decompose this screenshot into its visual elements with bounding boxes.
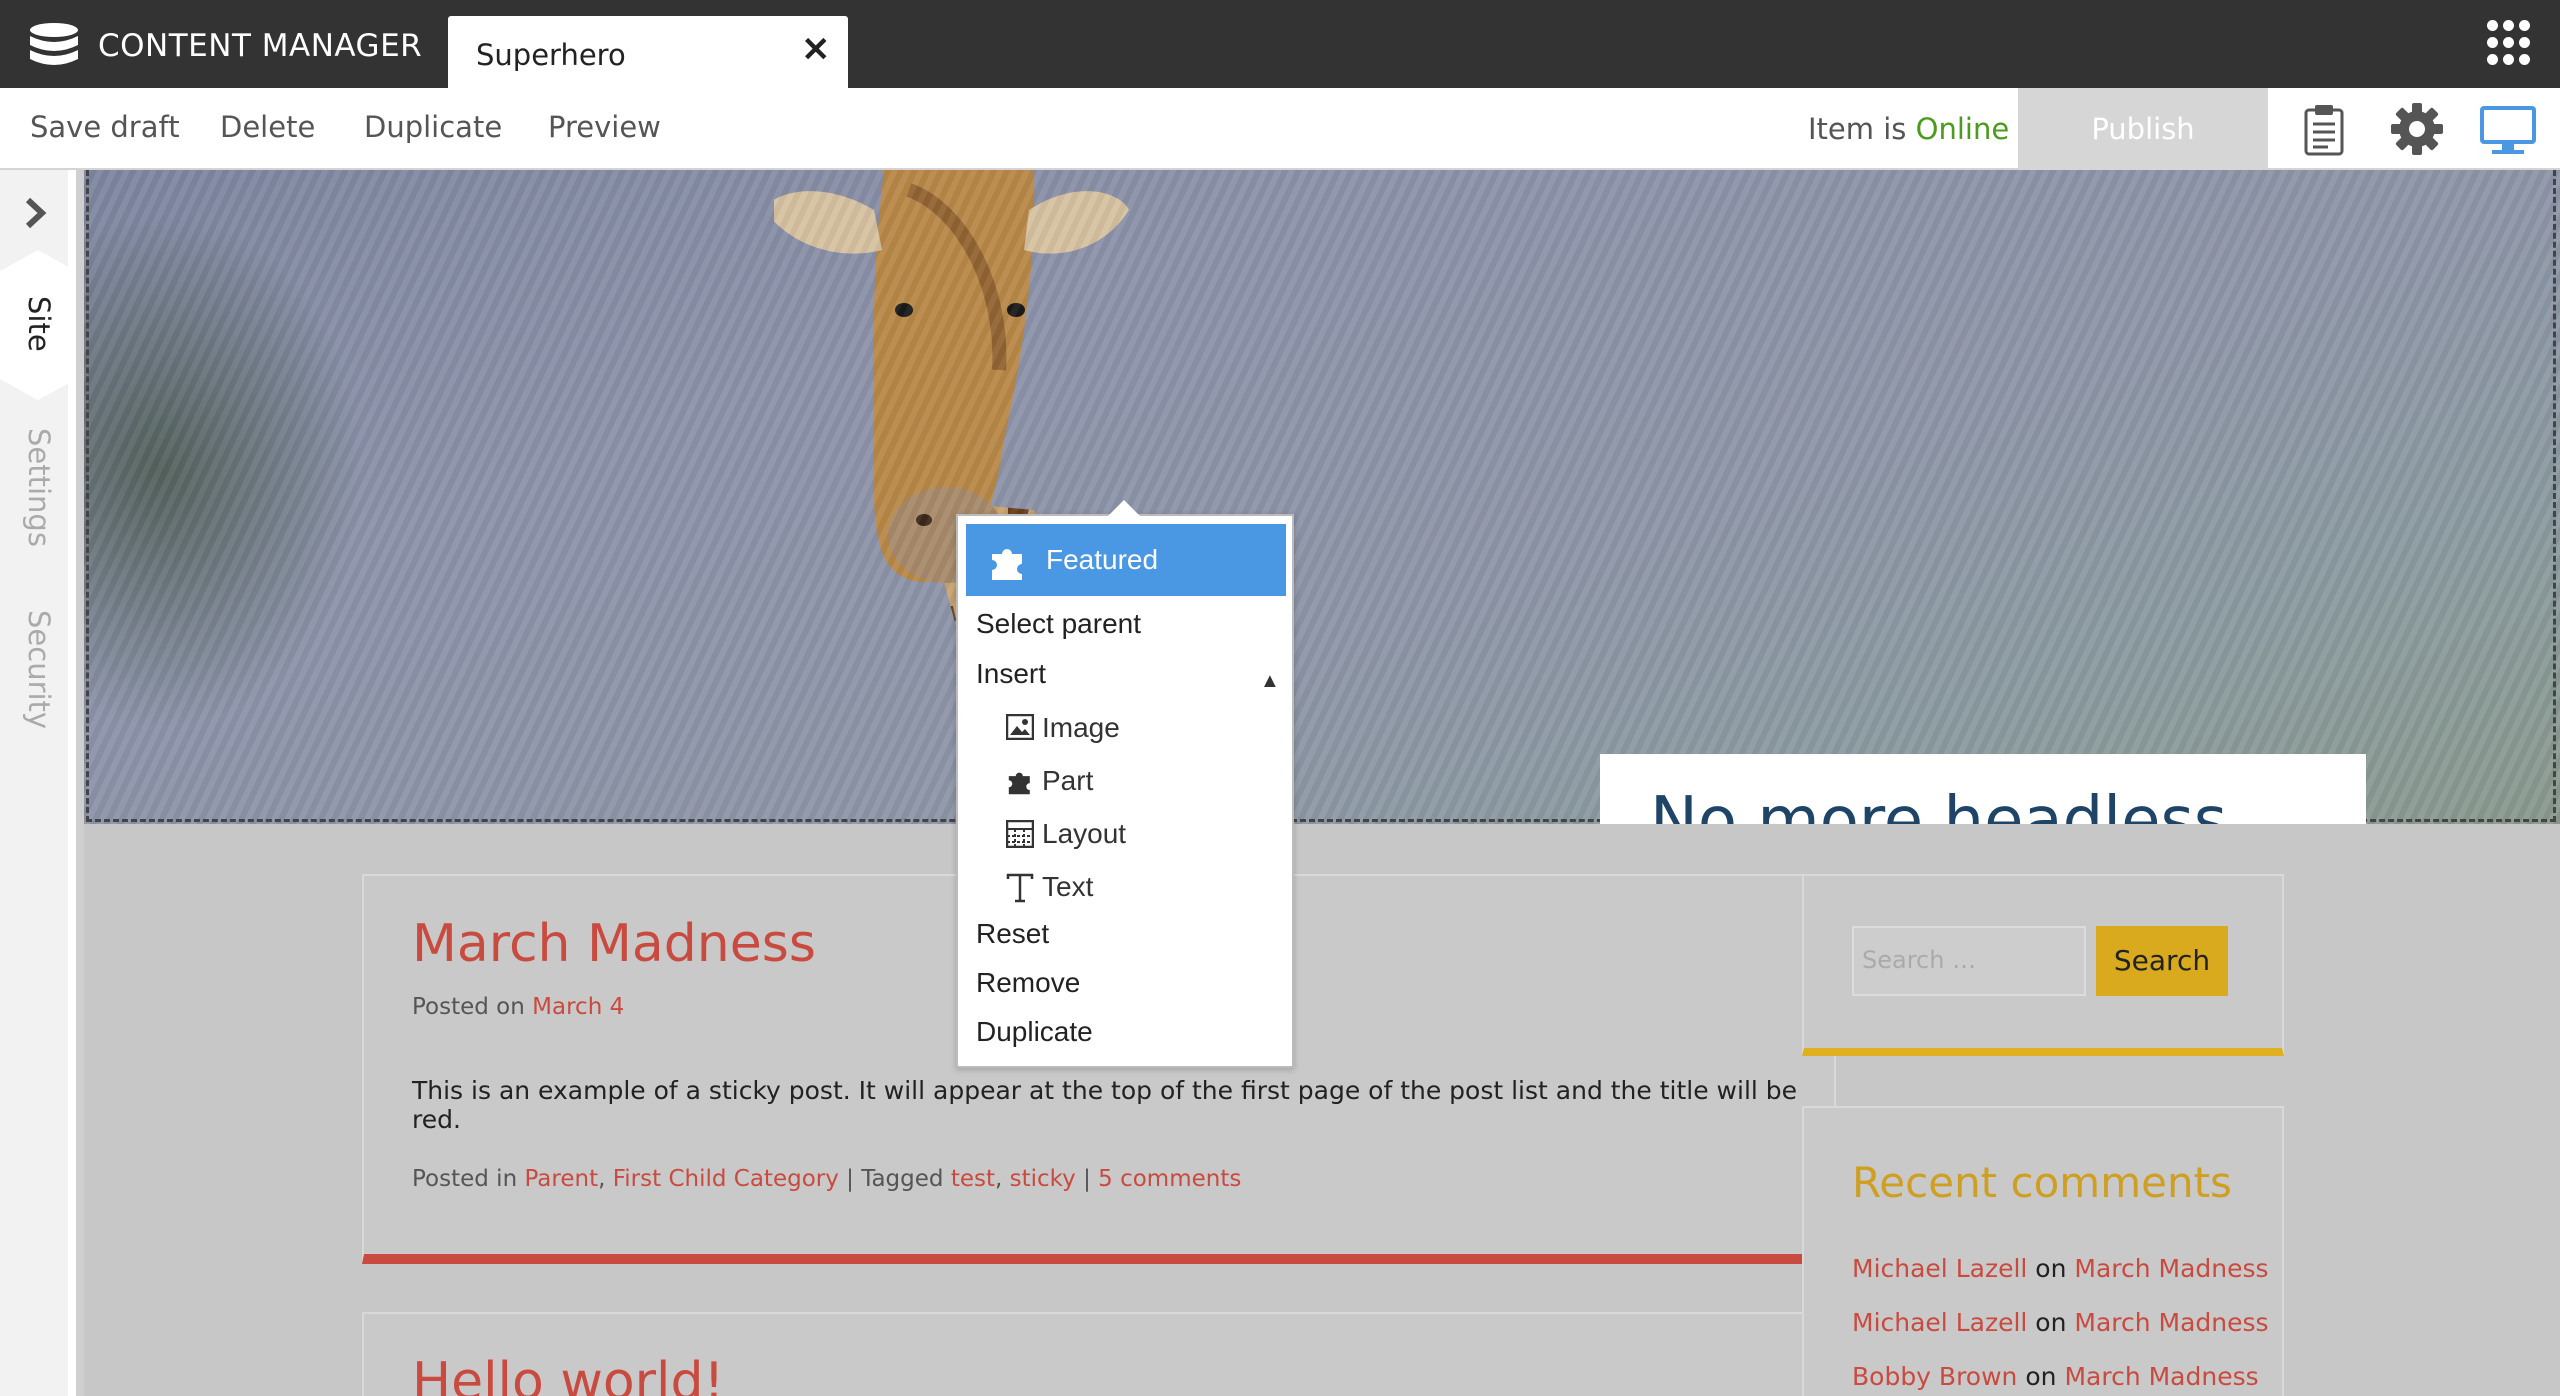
image-icon (1006, 714, 1034, 740)
comment-on: on (2017, 1362, 2065, 1391)
delete-button[interactable]: Delete (220, 110, 315, 144)
monitor-icon[interactable] (2480, 106, 2536, 156)
puzzle-icon (992, 549, 1022, 580)
top-bar: CONTENT MANAGER Superhero ✕ (0, 0, 2560, 88)
menu-item-label: Text (1042, 871, 1094, 902)
comment-on: on (2027, 1254, 2075, 1283)
context-menu-header[interactable]: Featured (966, 524, 1286, 596)
search-input[interactable]: Search … (1852, 926, 2086, 996)
tagged-label: | Tagged (838, 1166, 951, 1192)
comment-author-link[interactable]: Michael Lazell (1852, 1308, 2027, 1337)
comment-post-link[interactable]: March Madness (2064, 1362, 2258, 1391)
save-draft-button[interactable]: Save draft (30, 110, 180, 144)
app-title: CONTENT MANAGER (98, 28, 423, 64)
post-meta: Posted on March 4 (412, 994, 624, 1020)
tag-link-sticky[interactable]: sticky (1010, 1166, 1076, 1192)
clipboard-icon[interactable] (2302, 104, 2346, 156)
toolbar: Save draft Delete Duplicate Preview Item… (0, 88, 2560, 170)
comment-post-link[interactable]: March Madness (2074, 1254, 2268, 1283)
separator: , (994, 1166, 1010, 1192)
post-footer: Posted in Parent, First Child Category |… (412, 1166, 1241, 1192)
post-date-link[interactable]: March 4 (532, 994, 624, 1020)
status-value: Online (1915, 112, 2010, 146)
comment-on: on (2027, 1308, 2075, 1337)
menu-item-label: Layout (1042, 818, 1127, 849)
layout-icon (1006, 820, 1034, 848)
sidebar-tab-site[interactable]: Site (22, 296, 56, 352)
context-menu-pointer (1108, 500, 1140, 516)
chevron-right-icon[interactable] (22, 196, 50, 230)
search-button[interactable]: Search (2096, 926, 2228, 996)
separator: , (598, 1166, 613, 1192)
recent-comments-widget: Recent comments Michael Lazell on March … (1802, 1106, 2284, 1396)
category-link-parent[interactable]: Parent (524, 1166, 598, 1192)
preview-button[interactable]: Preview (548, 110, 661, 144)
comment-post-link[interactable]: March Madness (2074, 1308, 2268, 1337)
foliage-decoration (84, 210, 364, 730)
item-status: Item is Online (1808, 112, 2009, 146)
puzzle-icon (1008, 772, 1030, 795)
category-link-first-child[interactable]: First Child Category (613, 1166, 839, 1192)
main-content: March Madness Posted on March 4 This is … (84, 824, 2560, 1396)
post-excerpt: This is an example of a sticky post. It … (412, 1076, 1798, 1134)
menu-item-label: Image (1042, 712, 1120, 743)
search-widget: Search … Search (1802, 874, 2284, 1056)
sidebar-tab-security[interactable]: Security (22, 610, 56, 729)
context-menu: Featured Select parent Insert ▲ Image Pa… (956, 514, 1294, 1068)
hero-banner[interactable]: No more headless Giraffe (84, 170, 2560, 824)
context-menu-header-label: Featured (1046, 544, 1159, 575)
post-card: Hello world! (362, 1312, 1836, 1396)
gear-icon[interactable] (2390, 102, 2444, 156)
comment-author-link[interactable]: Bobby Brown (1852, 1362, 2017, 1391)
post-title[interactable]: March Madness (412, 914, 816, 974)
post-title[interactable]: Hello world! (412, 1352, 724, 1396)
list-item: Michael Lazell on March Madness (1852, 1308, 2269, 1337)
menu-item-remove[interactable]: Remove (976, 967, 1080, 999)
text-icon (1006, 873, 1034, 903)
comments-link[interactable]: 5 comments (1098, 1166, 1241, 1192)
hero-caption-text: No more headless Giraffe (1650, 784, 2228, 824)
separator: | (1075, 1166, 1099, 1192)
tab-superhero[interactable]: Superhero ✕ (448, 16, 848, 88)
sidebar-tab-settings[interactable]: Settings (22, 428, 56, 547)
caret-up-icon: ▲ (1260, 670, 1280, 692)
post-meta-prefix: Posted on (412, 994, 533, 1020)
recent-comments-title: Recent comments (1852, 1158, 2232, 1207)
hero-caption: No more headless Giraffe (1600, 754, 2366, 824)
list-item: Michael Lazell on March Madness (1852, 1254, 2269, 1283)
menu-item-label: Part (1042, 765, 1094, 796)
menu-item-insert[interactable]: Insert (976, 658, 1046, 690)
apps-grid-icon[interactable] (2487, 20, 2531, 66)
list-item: Bobby Brown on March Madness (1852, 1362, 2259, 1391)
comment-author-link[interactable]: Michael Lazell (1852, 1254, 2027, 1283)
close-icon[interactable]: ✕ (802, 30, 831, 70)
tag-link-test[interactable]: test (951, 1166, 995, 1192)
menu-item-reset[interactable]: Reset (976, 918, 1049, 950)
publish-button[interactable]: Publish (2018, 88, 2268, 170)
posted-in-label: Posted in (412, 1166, 525, 1192)
duplicate-button[interactable]: Duplicate (364, 110, 502, 144)
menu-item-duplicate[interactable]: Duplicate (976, 1016, 1093, 1048)
menu-item-select-parent[interactable]: Select parent (976, 608, 1141, 640)
status-prefix: Item is (1808, 112, 1916, 146)
tab-label: Superhero (476, 38, 626, 72)
database-icon (30, 23, 78, 65)
left-sidebar: Site Settings Security (0, 170, 76, 1396)
